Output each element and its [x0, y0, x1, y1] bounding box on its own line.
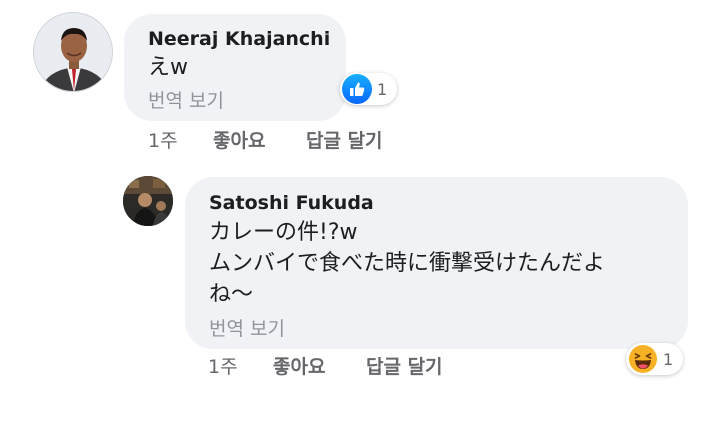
see-translation-link[interactable]: 번역 보기 [148, 86, 224, 113]
avatar-neeraj[interactable] [33, 12, 113, 92]
haha-icon [628, 344, 658, 374]
like-button[interactable]: 좋아요 [273, 352, 325, 379]
comment-text-line: カレーの件!?w [209, 220, 358, 245]
reply-button[interactable]: 답글 달기 [366, 352, 443, 379]
reaction-count: 1 [663, 349, 674, 369]
person-photo-icon [34, 13, 112, 91]
reaction-count: 1 [377, 79, 388, 99]
comment-text-line: ムンバイで食べた時に衝撃受けたんだよ [209, 251, 606, 276]
reaction-summary-2[interactable]: 1 [626, 343, 684, 375]
person-photo-icon [123, 176, 173, 226]
like-icon [342, 74, 372, 104]
comment-text-line: ね〜 [209, 282, 254, 307]
comment-bubble-2: Satoshi Fukuda カレーの件!?w ムンバイで食べた時に衝撃受けたん… [185, 177, 688, 349]
comment-text: えw [148, 52, 188, 83]
comment-timestamp[interactable]: 1주 [148, 126, 178, 153]
comment-text-line: えw [148, 55, 188, 80]
reaction-summary-1[interactable]: 1 [340, 73, 398, 105]
like-button[interactable]: 좋아요 [213, 126, 265, 153]
comment-author[interactable]: Neeraj Khajanchi [148, 28, 330, 50]
comment-bubble-1: Neeraj Khajanchi えw 번역 보기 [124, 14, 346, 121]
comment-thread: Neeraj Khajanchi えw 번역 보기 1 1주 좋아요 답글 달기 [0, 0, 720, 423]
comment-text: カレーの件!?w ムンバイで食べた時に衝撃受けたんだよ ね〜 [209, 217, 605, 310]
see-translation-link[interactable]: 번역 보기 [209, 314, 285, 341]
comment-author[interactable]: Satoshi Fukuda [209, 192, 374, 214]
avatar-satoshi[interactable] [123, 176, 173, 226]
reply-button[interactable]: 답글 달기 [306, 126, 383, 153]
comment-timestamp[interactable]: 1주 [208, 352, 238, 379]
